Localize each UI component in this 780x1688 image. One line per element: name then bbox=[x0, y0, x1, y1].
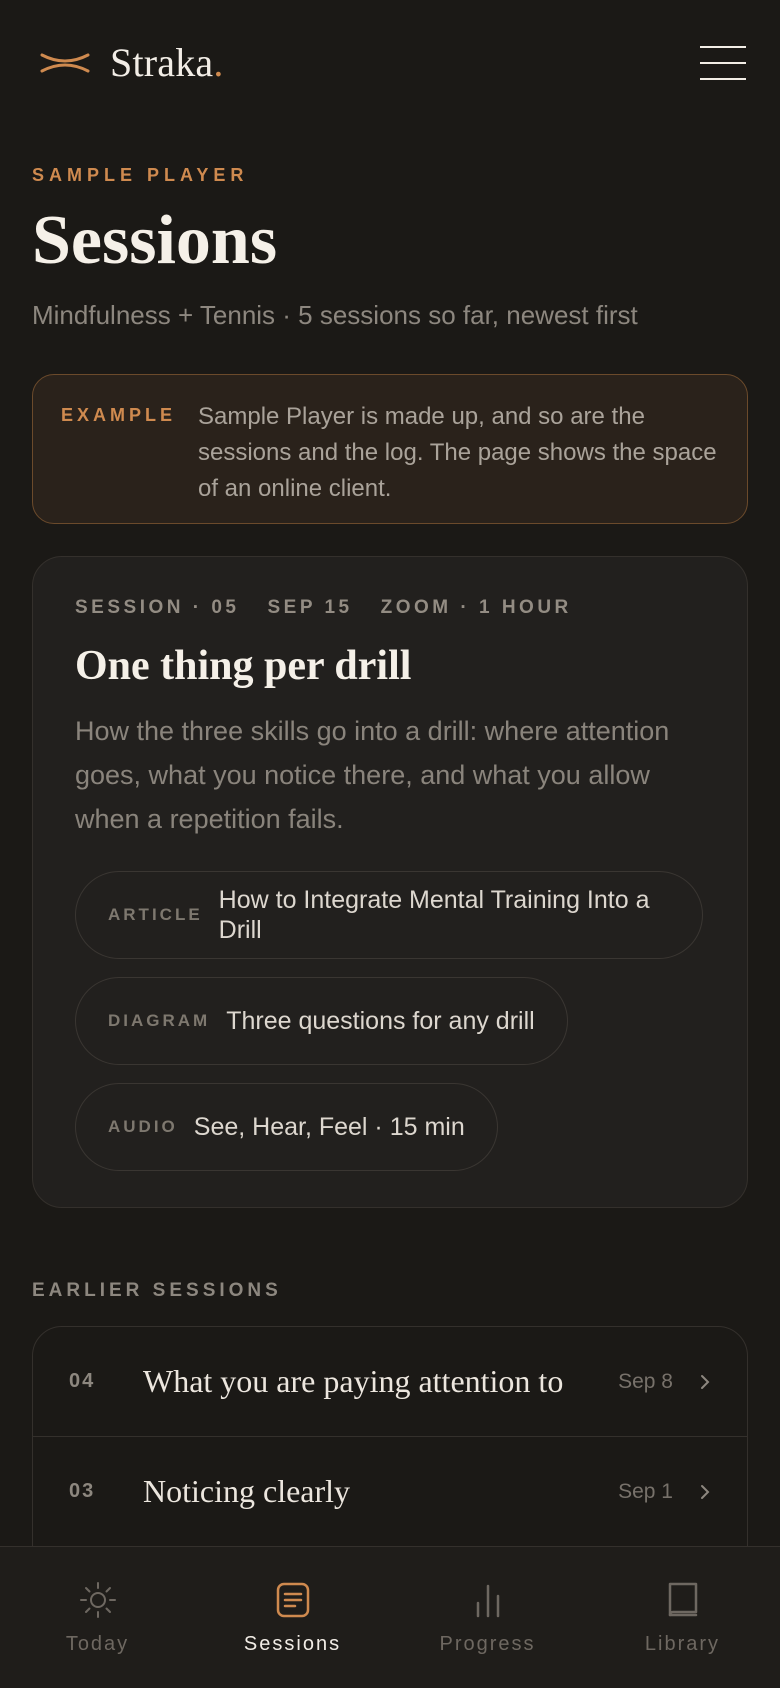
session-description: How the three skills go into a drill: wh… bbox=[75, 716, 670, 835]
notice-tag: EXAMPLE bbox=[61, 405, 177, 425]
page-eyebrow: SAMPLE PLAYER bbox=[32, 165, 249, 185]
resource-diagram-link[interactable]: DIAGRAM Three questions for any drill bbox=[75, 977, 568, 1066]
nav-item-progress[interactable]: Progress bbox=[390, 1547, 585, 1688]
session-resources: ARTICLE How to Integrate Mental Training… bbox=[75, 871, 705, 1172]
row-date: Sep 1 bbox=[618, 1479, 673, 1503]
nav-item-library[interactable]: Library bbox=[585, 1547, 780, 1688]
app-header: Straka. bbox=[0, 0, 780, 125]
nav-label: Today bbox=[65, 1633, 130, 1655]
session-date: SEP 15 bbox=[267, 597, 353, 618]
nav-label: Sessions bbox=[243, 1633, 342, 1655]
example-notice: EXAMPLE Sample Player is made up, and so… bbox=[32, 374, 748, 524]
nav-item-today[interactable]: Today bbox=[0, 1547, 195, 1688]
resource-label: See, Hear, Feel · 15 min bbox=[193, 1113, 465, 1142]
row-title: What you are paying attention to bbox=[143, 1363, 564, 1399]
brand-logo[interactable]: Straka. bbox=[40, 39, 224, 86]
session-row[interactable]: 03 Noticing clearly Sep 1 bbox=[33, 1437, 747, 1547]
row-date: Sep 8 bbox=[618, 1369, 673, 1393]
earlier-sessions-heading: EARLIER SESSIONS bbox=[32, 1280, 282, 1301]
nav-label: Progress bbox=[439, 1633, 536, 1655]
resource-label: Three questions for any drill bbox=[226, 1007, 535, 1036]
resource-label: How to Integrate Mental Training Into a … bbox=[218, 886, 650, 945]
bottom-nav: Today Sessions Progress Library bbox=[0, 1546, 780, 1688]
nav-label: Library bbox=[644, 1633, 721, 1655]
resource-tag: ARTICLE bbox=[108, 905, 203, 925]
brand-name: Straka. bbox=[110, 40, 224, 85]
book-icon bbox=[668, 1582, 697, 1617]
brand-mark-icon bbox=[40, 53, 90, 72]
chevron-right-icon bbox=[701, 1374, 710, 1389]
page-title: Sessions bbox=[32, 202, 278, 279]
resource-tag: AUDIO bbox=[108, 1117, 178, 1137]
row-number: 04 bbox=[69, 1370, 96, 1392]
hamburger-menu-button[interactable] bbox=[700, 45, 748, 80]
document-icon bbox=[276, 1582, 309, 1618]
session-title: One thing per drill bbox=[75, 643, 412, 689]
menu-line bbox=[700, 77, 746, 80]
chevron-right-icon bbox=[701, 1484, 710, 1499]
page-subtitle: Mindfulness + Tennis · 5 sessions so far… bbox=[32, 300, 638, 330]
resource-tag: DIAGRAM bbox=[108, 1011, 211, 1031]
session-meta: SESSION · 05 SEP 15 ZOOM · 1 HOUR bbox=[75, 597, 705, 619]
session-format: ZOOM · 1 HOUR bbox=[380, 597, 572, 618]
nav-item-sessions[interactable]: Sessions bbox=[195, 1547, 390, 1688]
row-number: 03 bbox=[69, 1480, 96, 1502]
menu-line bbox=[700, 45, 746, 48]
current-session-card: SESSION · 05 SEP 15 ZOOM · 1 HOUR One th… bbox=[32, 556, 748, 1208]
resource-article-link[interactable]: ARTICLE How to Integrate Mental Training… bbox=[75, 871, 703, 960]
menu-line bbox=[700, 61, 746, 64]
notice-text: Sample Player is made up, and so are the… bbox=[198, 403, 717, 502]
row-title: Noticing clearly bbox=[143, 1473, 351, 1509]
resource-audio-link[interactable]: AUDIO See, Hear, Feel · 15 min bbox=[75, 1083, 498, 1172]
bar-chart-icon bbox=[476, 1584, 499, 1618]
session-row[interactable]: 04 What you are paying attention to Sep … bbox=[33, 1327, 747, 1437]
session-number: SESSION · 05 bbox=[75, 597, 240, 618]
sun-icon bbox=[79, 1582, 116, 1618]
